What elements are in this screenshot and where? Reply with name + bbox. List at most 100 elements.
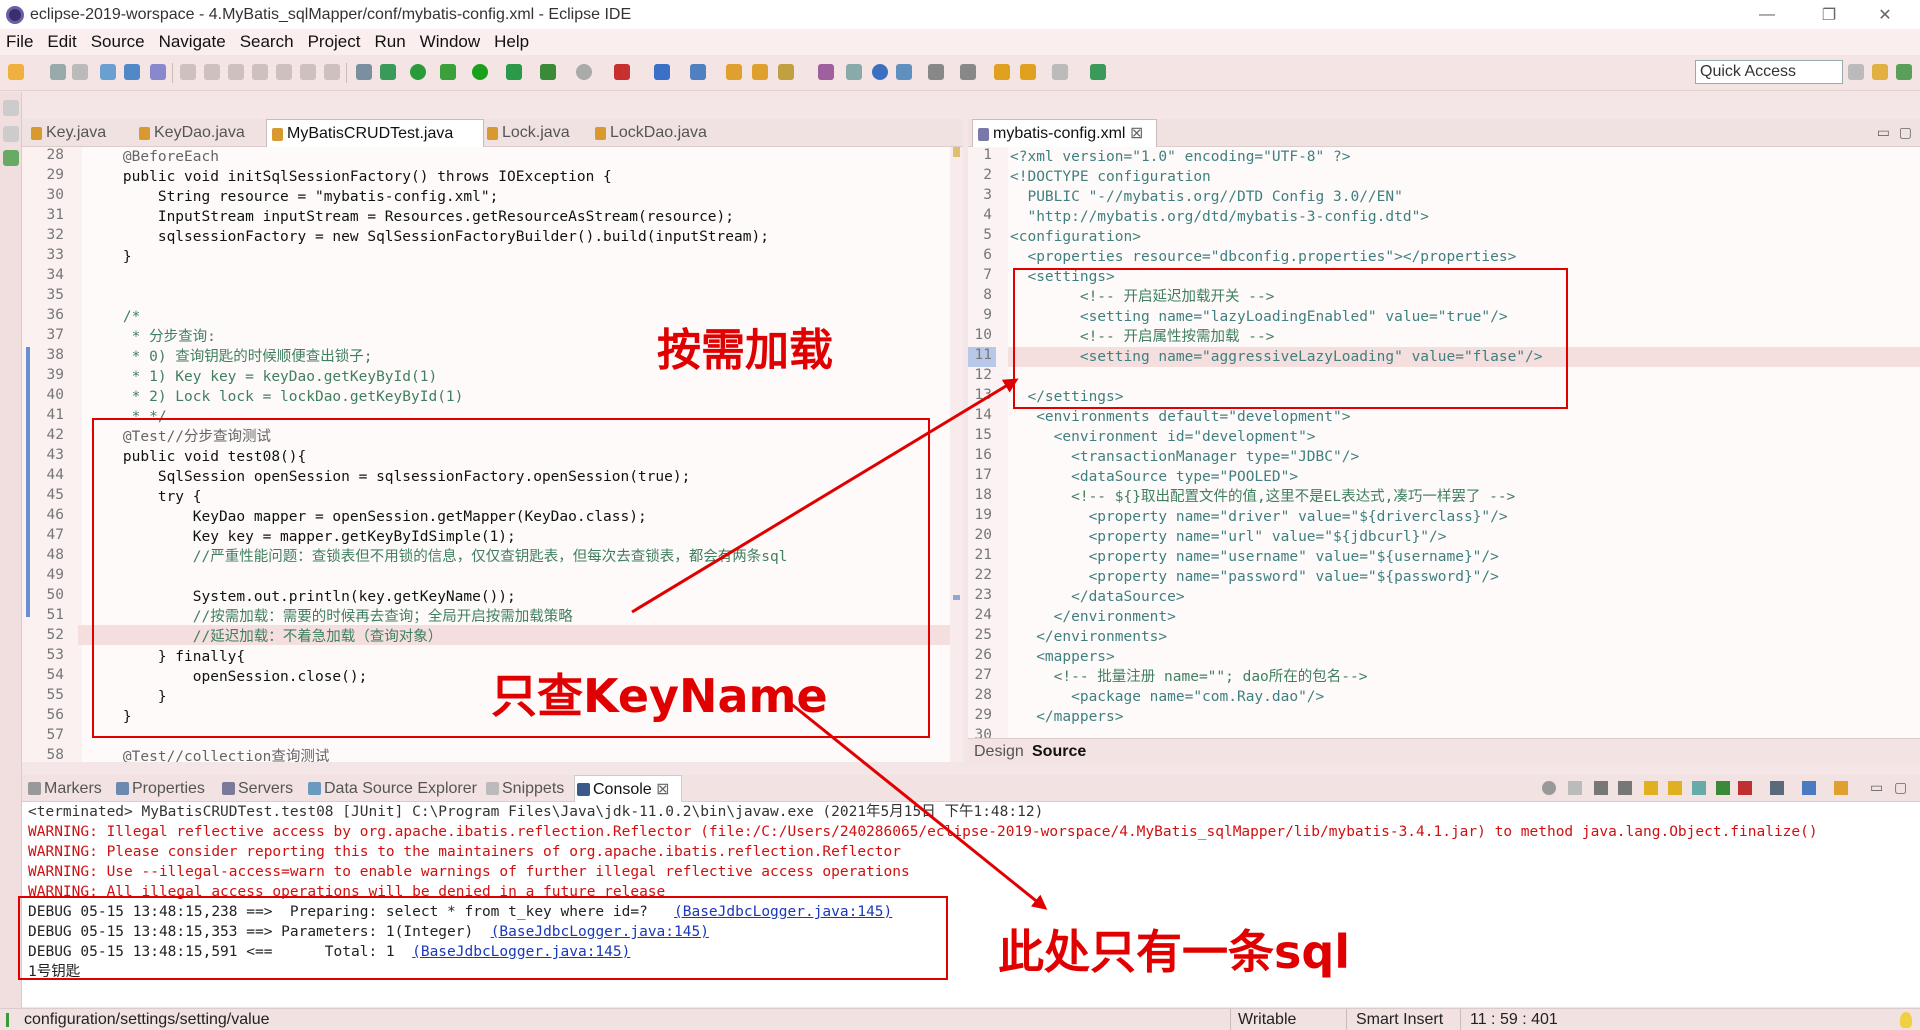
step-return-icon[interactable] [324, 64, 340, 80]
tab-console[interactable]: Console ⊠ [574, 775, 682, 802]
debug-dropdown-icon[interactable] [440, 64, 456, 80]
display-console-icon[interactable] [1802, 781, 1816, 795]
remove-all-icon[interactable] [1618, 781, 1632, 795]
next-annotation-icon[interactable] [380, 64, 396, 80]
line-number: 3 [983, 187, 992, 203]
menu-help[interactable]: Help [494, 32, 529, 52]
tab-design[interactable]: Design [974, 743, 1024, 761]
back-arrow-icon[interactable] [1020, 64, 1036, 80]
minimize-view-icon[interactable]: ▭ [1870, 779, 1883, 796]
menu-source[interactable]: Source [91, 32, 145, 52]
quick-access-field[interactable]: Quick Access [1695, 60, 1843, 84]
debug-icon[interactable] [410, 64, 426, 80]
line-number: 37 [46, 327, 64, 343]
close-button[interactable]: ✕ [1862, 0, 1908, 29]
remove-launch-icon[interactable] [1594, 781, 1608, 795]
coverage-icon[interactable] [506, 64, 522, 80]
open-perspective-icon[interactable] [1090, 64, 1106, 80]
suspend-icon[interactable] [204, 64, 220, 80]
open-type-icon[interactable] [726, 64, 742, 80]
tab-lockdao-java[interactable]: LockDao.java [590, 119, 718, 147]
format-icon[interactable] [100, 64, 116, 80]
tab-servers[interactable]: Servers [220, 775, 293, 802]
code-line: <environment id="development"> [1010, 429, 1316, 445]
new-java-project-icon[interactable] [654, 64, 670, 80]
line-number: 55 [46, 687, 64, 703]
line-number: 17 [974, 467, 992, 483]
maximize-button[interactable]: ❐ [1806, 0, 1852, 29]
web-browser-icon[interactable] [872, 64, 888, 80]
open-console-icon[interactable] [124, 64, 140, 80]
tab-mybatiscrudtest-java[interactable]: MyBatisCRUDTest.java [266, 119, 484, 147]
new-class-icon[interactable] [690, 64, 706, 80]
tab-source[interactable]: Source [1032, 743, 1086, 761]
clear-console-icon[interactable] [1644, 781, 1658, 795]
last-edit-icon[interactable] [928, 64, 944, 80]
prev-annotation-icon[interactable] [960, 64, 976, 80]
menu-window[interactable]: Window [420, 32, 480, 52]
code-line: <transactionManager type="JDBC"/> [1010, 449, 1360, 465]
menu-run[interactable]: Run [374, 32, 405, 52]
tab-properties[interactable]: Properties [114, 775, 205, 802]
close-tab-icon[interactable]: ⊠ [656, 781, 669, 798]
open-perspective-button-icon[interactable] [1848, 64, 1864, 80]
back-icon[interactable] [994, 64, 1010, 80]
tab-mybatis-config-xml[interactable]: mybatis-config.xml ⊠ [972, 119, 1157, 147]
tip-lightbulb-icon[interactable] [1900, 1012, 1912, 1028]
show-stdout-icon[interactable] [1716, 781, 1730, 795]
minimize-button[interactable]: — [1744, 0, 1790, 29]
tab-key-java[interactable]: Key.java [26, 119, 130, 147]
step-into-icon[interactable] [276, 64, 292, 80]
terminate-console-icon[interactable] [1568, 781, 1582, 795]
pin-console-icon[interactable] [1770, 781, 1784, 795]
schema-icon[interactable] [896, 64, 912, 80]
tab-keydao-java[interactable]: KeyDao.java [134, 119, 260, 147]
package-explorer-icon[interactable] [3, 126, 19, 142]
junit-icon[interactable] [3, 150, 19, 166]
run-icon[interactable] [472, 64, 488, 80]
terminate-icon[interactable] [228, 64, 244, 80]
tab-snippets[interactable]: Snippets [484, 775, 564, 802]
pin-editor-icon[interactable] [846, 64, 862, 80]
search-icon[interactable] [778, 64, 794, 80]
refresh-icon[interactable] [1542, 781, 1556, 795]
maximize-view-icon[interactable]: ▢ [1894, 779, 1907, 796]
skip-breakpoints-icon[interactable] [150, 64, 166, 80]
menu-file[interactable]: File [6, 32, 33, 52]
resume-icon[interactable] [180, 64, 196, 80]
tab-markers[interactable]: Markers [26, 775, 102, 802]
maximize-view-icon[interactable]: ▢ [1899, 124, 1912, 141]
menu-edit[interactable]: Edit [47, 32, 76, 52]
window-title: eclipse-2019-worspace - 4.MyBatis_sqlMap… [30, 5, 632, 23]
restore-icon[interactable] [3, 100, 19, 116]
open-task-icon[interactable] [752, 64, 768, 80]
minimize-view-icon[interactable]: ▭ [1877, 124, 1890, 141]
scroll-lock-icon[interactable] [1668, 781, 1682, 795]
close-tab-icon[interactable]: ⊠ [1130, 125, 1143, 142]
run-server-icon[interactable] [614, 64, 630, 80]
properties-icon [116, 782, 129, 795]
menu-navigate[interactable]: Navigate [159, 32, 226, 52]
tab-lock-java[interactable]: Lock.java [482, 119, 584, 147]
step-over-icon[interactable] [300, 64, 316, 80]
java-ee-perspective-icon[interactable] [1872, 64, 1888, 80]
xml-editor[interactable]: 1 2 3 4 5 6 7 8 9 10 11 12 13 14 15 16 17 18 19 20 21 22 23 24 2… [968, 147, 1920, 738]
status-insert-mode[interactable]: Smart Insert [1356, 1009, 1443, 1030]
menu-search[interactable]: Search [240, 32, 294, 52]
menu-project[interactable]: Project [308, 32, 361, 52]
toggle-mark-icon[interactable] [356, 64, 372, 80]
word-wrap-icon[interactable] [1692, 781, 1706, 795]
new-console-icon[interactable] [1834, 781, 1848, 795]
show-stderr-icon[interactable] [1738, 781, 1752, 795]
forward-icon[interactable] [1052, 64, 1068, 80]
save-all-icon[interactable] [72, 64, 88, 80]
new-icon[interactable] [8, 64, 24, 80]
save-icon[interactable] [50, 64, 66, 80]
line-number: 4 [983, 207, 992, 223]
annotation-icon[interactable] [818, 64, 834, 80]
java-perspective-icon[interactable] [1896, 64, 1912, 80]
external-tools-icon[interactable] [540, 64, 556, 80]
server-icon[interactable] [576, 64, 592, 80]
disconnect-icon[interactable] [252, 64, 268, 80]
tab-data-source-explorer[interactable]: Data Source Explorer [306, 775, 477, 802]
